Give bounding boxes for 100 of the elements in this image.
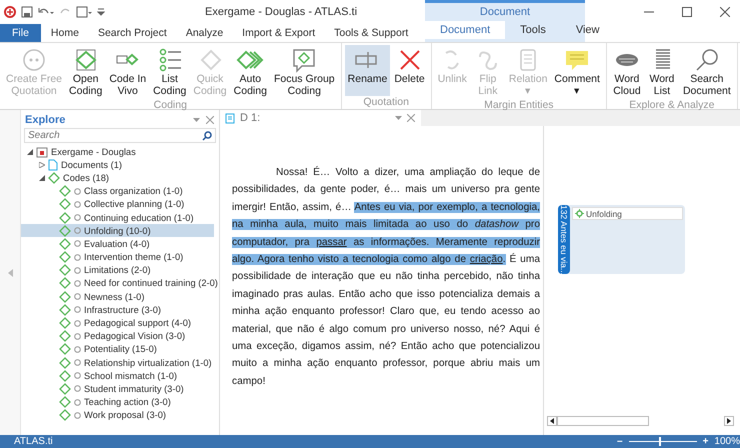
context-tab-group-label: Document [478,5,532,20]
diamond-icon [59,382,71,395]
ribbon-button[interactable]: Comment ▾ [551,45,603,99]
ribbon-button[interactable]: Search Document [680,45,734,99]
dropdown-icon[interactable] [395,116,402,120]
ribbon-button[interactable]: Open Coding [66,45,106,99]
code-row[interactable]: Evaluation (4-0) [21,237,214,250]
zoom-in-button[interactable]: + [702,436,708,447]
circle-icon [74,188,81,195]
ribbon-group-label: Margin Entities [483,99,555,111]
scroll-right-icon[interactable] [724,416,734,426]
code-row[interactable]: Intervention theme (1-0) [21,250,214,264]
ribbon-button[interactable]: List Coding [150,45,190,99]
code-row[interactable]: Collective planning (1-0) [21,198,214,211]
code-label: Relationship virtualization (1-0) [84,358,212,368]
diamond-icon [59,304,71,316]
code-row[interactable]: Relationship virtualization (1-0) [21,356,214,370]
diamond-icon [59,370,71,382]
circle-icon [74,385,81,392]
scroll-left-icon[interactable] [547,416,557,426]
search-field[interactable]: Search [24,128,216,143]
code-label: Infrastructure (3-0) [84,304,161,315]
code-label: Intervention theme (1-0) [84,252,184,262]
code-label: Pedagogical support (4-0) [84,318,191,328]
code-row[interactable]: Potentiality (15-0) [21,342,214,356]
code-label: Work proposal (3-0) [84,410,166,420]
document-icon [225,112,235,124]
diamond-icon [59,238,71,250]
search-icon[interactable] [202,131,212,141]
ribbon-tab[interactable]: Analyze [176,24,232,42]
code-row[interactable]: Pedagogical Vision (3-0) [21,330,214,343]
code-label: Potentiality (15-0) [84,344,157,354]
code-row[interactable]: School mismatch (1-0) [21,369,214,382]
code-row[interactable]: Student immaturity (3-0) [21,382,214,396]
status-text: ATLAS.ti [14,436,54,447]
circle-icon [74,412,81,419]
circle-icon [74,254,81,261]
diamond-icon [59,356,71,369]
circle-icon [74,359,81,366]
ribbon-button[interactable]: Delete [391,45,428,96]
code-label: Collective planning (1-0) [84,199,184,210]
circle-icon [74,266,81,274]
document-icon [48,158,58,171]
code-row[interactable]: Continuing education (1-0) [21,210,214,224]
ribbon-tab[interactable]: File [0,24,41,42]
ribbon-tab[interactable]: Home [42,24,88,42]
diamond-icon [59,185,71,198]
code-label: Unfolding (10-0) [84,226,151,236]
tree-item[interactable]: Codes (18) [63,172,109,183]
diamond-icon [59,330,71,342]
ribbon-tab[interactable]: Search Project [88,24,176,42]
ribbon-tab[interactable]: Tools [505,21,561,39]
close-icon[interactable] [720,7,730,17]
circle-icon [74,280,81,287]
code-row[interactable]: Teaching action (3-0) [21,396,214,409]
circle-icon [74,320,81,327]
quotation-label: 132 Antes eu via... [558,205,570,274]
window-icon[interactable] [76,6,92,18]
tree-item[interactable]: Documents (1) [61,160,122,170]
code-label: Need for continued training (2-0) [84,278,218,288]
ribbon-button[interactable]: Word List [644,45,679,99]
ribbon-tab[interactable]: View [560,21,614,39]
customize-icon[interactable] [97,6,105,18]
diamond-icon [59,396,71,408]
ribbon-button[interactable]: Code In Vivo [106,45,150,99]
zoom-out-button[interactable]: – [617,436,623,447]
expand-arrow-icon[interactable] [39,162,45,168]
circle-icon [74,346,81,353]
tree-item[interactable]: Exergame - Douglas [51,146,136,157]
diamond-icon [59,251,71,264]
expand-arrow-icon[interactable] [39,174,45,181]
code-row[interactable]: Class organization (1-0) [21,184,214,198]
maximize-icon[interactable] [682,7,692,17]
code-row[interactable]: Limitations (2-0) [21,264,214,277]
scrollbar[interactable] [557,416,649,426]
code-row[interactable]: Infrastructure (3-0) [21,303,214,316]
ribbon-tab[interactable]: Document [425,21,506,39]
code-label: Continuing education (1-0) [84,212,194,223]
ribbon-tab[interactable]: Tools & Support [325,24,418,42]
ribbon-button[interactable]: Focus Group Coding [270,45,338,99]
ribbon-button[interactable]: Auto Coding [230,45,270,99]
zoom-thumb[interactable] [659,437,662,446]
save-icon[interactable] [21,6,33,18]
circle-icon [74,372,81,380]
ribbon-tab[interactable]: Import & Export [233,24,324,42]
ribbon-button[interactable]: Word Cloud [610,45,644,99]
quotation-card[interactable]: 132 Antes eu via... Unfolding [558,205,685,274]
ribbon-button[interactable]: Rename [344,45,390,96]
code-row[interactable]: Work proposal (3-0) [21,408,214,422]
diamond-icon [59,224,71,237]
diamond-icon [59,264,71,276]
diamond-icon [59,198,71,210]
code-row[interactable]: Pedagogical support (4-0) [21,316,214,330]
code-row[interactable]: Newness (1-0) [21,290,214,304]
document-paragraph: Nossa! É… Volto a dizer, uma ampliação do leque de possibilidades, da gente poder, é… mais um universo pra gente imergir! Então, assim, é… Antes eu via, por exemplo, a tecnologia, na minha aula, muito mais limitada ao uso do datashow pro computador, pra passar as informações. Meramente reproduzir algo. Agora tenho visto a tecnologia como algo de criação. É uma possibilidade de interação que eu não tinha percebido, não tinha imaginado pras aulas. Então acho que isso potencializa demais a minha ação enquanto professor! Claro que, eu tendo acesso ao material, que não é algo comum pro universo nosso, né? Aqui é uma exceção, digamos assim, né? Então acho que potencializou muito a minha ação enquanto professor, porque abriu mais um campo! [232,165,540,389]
code-row[interactable]: Unfolding (10-0) [21,224,214,238]
diamond-icon [59,343,71,356]
code-label: Newness (1-0) [84,292,144,302]
dropdown-icon[interactable] [193,118,200,122]
expanded-arrow-icon[interactable] [27,148,33,155]
